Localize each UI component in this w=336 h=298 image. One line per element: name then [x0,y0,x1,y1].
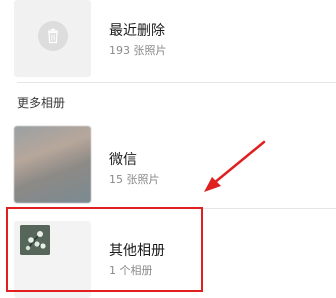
wechat-album-thumbnail [14,126,91,203]
album-other-albums[interactable]: 其他相册 1 个相册 [0,207,336,298]
album-count: 193 张照片 [109,44,167,57]
recently-deleted-thumbnail [14,0,91,77]
album-wechat[interactable]: 微信 15 张照片 [0,125,336,208]
album-title: 其他相册 [109,243,165,259]
plant-icon [20,225,50,255]
section-header-more-albums: 更多相册 [17,96,66,110]
album-title: 最近删除 [109,23,165,39]
album-count: 15 张照片 [109,173,160,186]
album-recently-deleted[interactable]: 最近删除 193 张照片 [0,0,336,80]
album-count: 1 个相册 [109,264,153,277]
album-title: 微信 [109,152,137,168]
trash-icon [38,21,68,51]
divider [17,82,336,83]
other-albums-thumbnail [14,221,91,298]
